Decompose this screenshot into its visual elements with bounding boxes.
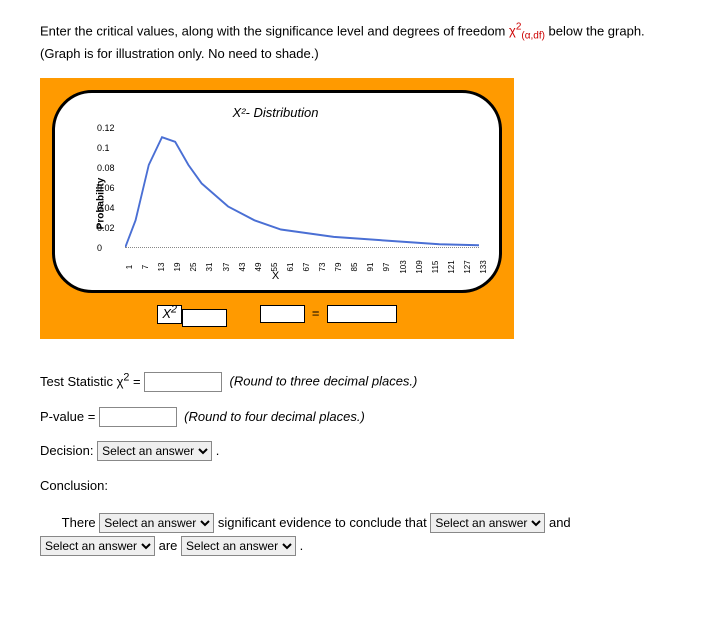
x-tick: 43 (238, 263, 247, 272)
graph-panel: X²- Distribution Probability 0.120.10.08… (40, 78, 514, 339)
chart-area: Probability 0.120.10.080.060.040.020 171… (95, 128, 484, 268)
x-tick: 7 (141, 265, 150, 269)
decision-row: Decision: Select an answer . (40, 441, 679, 462)
y-tick: 0.08 (97, 163, 115, 173)
x-tick: 55 (270, 263, 279, 272)
test-statistic-input[interactable] (144, 372, 222, 392)
alpha-df-box[interactable] (182, 309, 227, 327)
x-tick: 79 (334, 263, 343, 272)
right-cv-box[interactable] (327, 305, 397, 323)
relation-select[interactable]: Select an answer (181, 536, 296, 556)
chi-square-label: X2 (157, 305, 182, 324)
ts-note: (Round to three decimal places.) (230, 374, 418, 389)
chi-symbol: χ2(α,df) (509, 23, 545, 38)
evidence-select[interactable]: Select an answer (99, 513, 214, 533)
conclusion-label: Conclusion: (40, 476, 679, 497)
decision-select[interactable]: Select an answer (97, 441, 212, 461)
chart-title: X²- Distribution (67, 105, 484, 120)
y-tick: 0 (97, 243, 102, 253)
x-tick: 49 (254, 263, 263, 272)
x-tick: 61 (286, 263, 295, 272)
cv-fill-row: X2 = (52, 303, 502, 327)
pvalue-row: P-value = (Round to four decimal places.… (40, 407, 679, 428)
y-tick: 0.04 (97, 203, 115, 213)
y-tick: 0.06 (97, 183, 115, 193)
chi-curve (125, 128, 479, 248)
plot-region (125, 128, 479, 248)
left-cv-box[interactable] (260, 305, 305, 323)
x-tick: 19 (173, 263, 182, 272)
p-note: (Round to four decimal places.) (184, 409, 365, 424)
x-tick: 25 (189, 263, 198, 272)
x-tick: 67 (302, 263, 311, 272)
x-tick: 31 (205, 263, 214, 272)
prompt-before: Enter the critical values, along with th… (40, 23, 509, 38)
instruction-text: Enter the critical values, along with th… (40, 20, 679, 63)
x-tick: 133 (479, 261, 488, 274)
ts-label: Test Statistic χ2 = (40, 374, 144, 389)
cv-sub-input (182, 312, 227, 324)
x-tick: 1 (125, 265, 134, 269)
test-statistic-row: Test Statistic χ2 = (Round to three deci… (40, 369, 679, 392)
decision-label: Decision: (40, 443, 97, 458)
x-tick: 121 (447, 261, 456, 274)
x-tick: 103 (399, 261, 408, 274)
x-tick: 97 (382, 263, 391, 272)
y-tick: 0.12 (97, 123, 115, 133)
subject2-select[interactable]: Select an answer (40, 536, 155, 556)
x-tick: 127 (463, 261, 472, 274)
subject1-select[interactable]: Select an answer (430, 513, 545, 533)
conclusion-sentence: There Select an answer significant evide… (40, 511, 679, 558)
x-tick: 73 (318, 263, 327, 272)
p-label: P-value = (40, 409, 99, 424)
x-tick: 109 (415, 261, 424, 274)
y-tick: 0.1 (97, 143, 110, 153)
pvalue-input[interactable] (99, 407, 177, 427)
x-tick: 85 (350, 263, 359, 272)
x-tick: 91 (366, 263, 375, 272)
chart-box: X²- Distribution Probability 0.120.10.08… (52, 90, 502, 293)
x-tick: 115 (431, 261, 440, 274)
x-tick: 37 (222, 263, 231, 272)
y-tick: 0.02 (97, 223, 115, 233)
x-tick: 13 (157, 263, 166, 272)
